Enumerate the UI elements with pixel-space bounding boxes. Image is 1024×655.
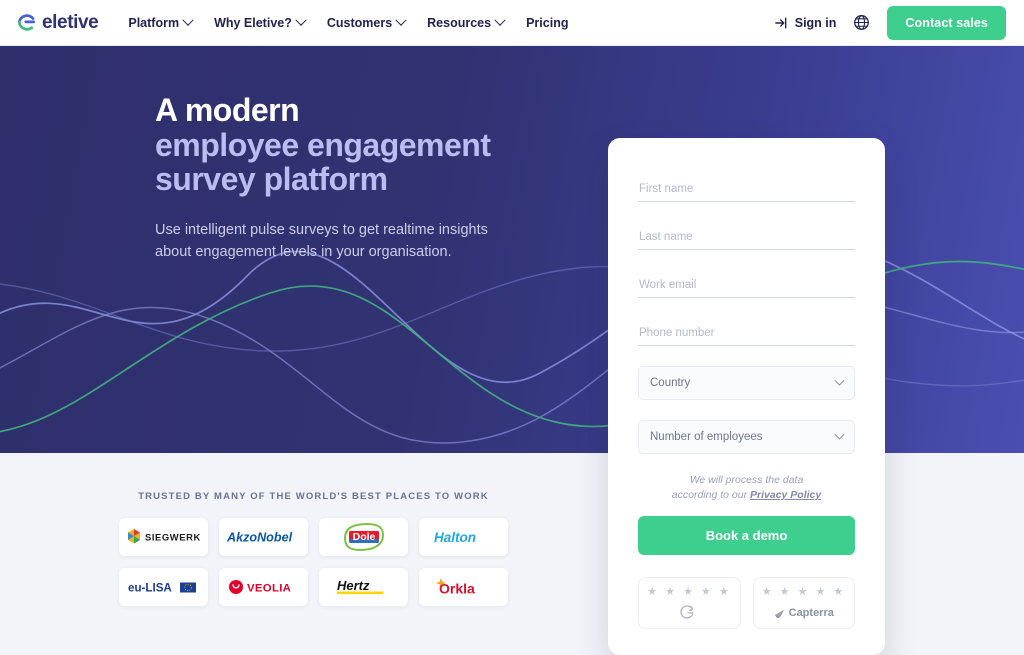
site-header: eletive Platform Why Eletive? Customers … — [0, 0, 1024, 46]
privacy-notice: We will process the data according to ou… — [638, 473, 855, 503]
capterra-label: Capterra — [788, 606, 834, 619]
employees-select-wrap: Number of employees — [638, 420, 855, 454]
hero-heading-line3: survey platform — [155, 161, 388, 198]
logo-orkla[interactable]: Orkla — [419, 568, 508, 606]
nav-label: Platform — [128, 15, 180, 30]
nav-item-why-eletive[interactable]: Why Eletive? — [214, 14, 307, 30]
svg-text:VEOLIA: VEOLIA — [247, 582, 291, 594]
siegwerk-logo-icon: SIEGWERK — [127, 529, 201, 544]
nav-label: Customers — [326, 15, 393, 30]
review-badge-g2[interactable]: ★ ★ ★ ★ ★ — [638, 577, 741, 630]
book-demo-button[interactable]: Book a demo — [638, 516, 855, 556]
svg-text:AkzoNobel: AkzoNobel — [226, 531, 293, 545]
country-select[interactable]: Country — [638, 366, 855, 400]
halton-logo-icon: Halton — [434, 530, 476, 545]
hero-heading-line2: employee engagement — [155, 126, 491, 163]
dole-logo-icon: Dole — [343, 522, 384, 552]
sign-in-link[interactable]: Sign in — [774, 15, 837, 30]
brand-logo[interactable]: eletive — [16, 11, 99, 34]
capterra-brand: Capterra — [758, 605, 851, 620]
chevron-down-icon — [295, 14, 307, 26]
svg-text:SIEGWERK: SIEGWERK — [145, 532, 201, 543]
chevron-down-icon — [834, 375, 845, 386]
work-email-input[interactable] — [638, 276, 855, 298]
logo-dole[interactable]: Dole — [319, 518, 408, 556]
main-nav: Platform Why Eletive? Customers Resource… — [128, 14, 568, 30]
chevron-down-icon — [395, 14, 407, 26]
review-badge-capterra[interactable]: ★ ★ ★ ★ ★ Capterra — [752, 577, 855, 630]
employees-select-label: Number of employees — [650, 431, 763, 443]
eu-lisa-logo-icon: eu-LISA — [128, 582, 196, 595]
logo-akzonobel[interactable]: AkzoNobel — [219, 518, 308, 556]
login-arrow-icon — [774, 16, 787, 29]
trusted-by-title: TRUSTED BY MANY OF THE WORLD'S BEST PLAC… — [138, 491, 489, 502]
hero-subheading-line1: Use intelligent pulse surveys to get rea… — [155, 221, 488, 238]
nav-item-platform[interactable]: Platform — [128, 14, 194, 30]
nav-label: Pricing — [526, 15, 569, 30]
eletive-circle-logo-icon — [17, 14, 36, 31]
svg-text:Halton: Halton — [434, 530, 476, 545]
demo-request-card: Country Number of employees We will proc… — [608, 138, 885, 655]
hero-subheading-line2: about engagement levels in your organisa… — [155, 244, 452, 261]
nav-label: Resources — [427, 15, 492, 30]
svg-text:Orkla: Orkla — [439, 581, 475, 597]
veolia-logo-icon: VEOLIA — [228, 580, 291, 594]
hertz-logo-icon: Hertz — [336, 578, 383, 595]
orkla-logo-icon: Orkla — [435, 578, 475, 597]
svg-text:eu-LISA: eu-LISA — [128, 582, 172, 595]
nav-label: Why Eletive? — [214, 15, 292, 30]
review-badges: ★ ★ ★ ★ ★ ★ ★ ★ ★ ★ Capterra — [638, 577, 855, 630]
chevron-down-icon — [182, 14, 194, 26]
phone-number-input[interactable] — [638, 324, 855, 346]
hero-heading: A modern employee engagement survey plat… — [155, 93, 575, 197]
logo-veolia[interactable]: VEOLIA — [219, 568, 308, 606]
capterra-star-rating: ★ ★ ★ ★ ★ — [761, 586, 846, 599]
g2-brand — [643, 605, 736, 620]
hero-heading-line1: A modern — [155, 92, 300, 128]
last-name-input[interactable] — [638, 228, 855, 250]
sign-in-label: Sign in — [794, 15, 837, 30]
nav-item-customers[interactable]: Customers — [326, 14, 407, 30]
country-select-wrap: Country — [638, 366, 855, 400]
chevron-down-icon — [834, 429, 845, 440]
logo-eu-lisa[interactable]: eu-LISA — [119, 568, 208, 606]
logo-hertz[interactable]: Hertz — [319, 568, 408, 606]
contact-sales-button[interactable]: Contact sales — [887, 5, 1006, 40]
svg-text:Hertz: Hertz — [337, 578, 370, 593]
brand-name: eletive — [42, 11, 99, 33]
privacy-policy-link[interactable]: Privacy Policy — [750, 489, 821, 501]
nav-item-pricing[interactable]: Pricing — [526, 16, 568, 30]
capterra-logo-icon — [774, 609, 784, 619]
customer-logo-grid: SIEGWERK AkzoNobel Dole Halton eu-LISA V… — [0, 518, 627, 606]
number-of-employees-select[interactable]: Number of employees — [638, 420, 855, 454]
logo-siegwerk[interactable]: SIEGWERK — [119, 518, 208, 556]
g2-logo-icon — [680, 605, 694, 620]
svg-text:Dole: Dole — [352, 531, 375, 543]
country-select-label: Country — [650, 377, 691, 389]
hero-subheading: Use intelligent pulse surveys to get rea… — [155, 219, 575, 264]
logo-halton[interactable]: Halton — [419, 518, 508, 556]
first-name-input[interactable] — [638, 180, 855, 202]
akzonobel-logo-icon: AkzoNobel — [226, 531, 293, 545]
nav-item-resources[interactable]: Resources — [427, 14, 506, 30]
privacy-text-line1: We will process the data — [689, 474, 804, 486]
header-actions: Sign in Contact sales — [774, 5, 1006, 40]
chevron-down-icon — [494, 14, 506, 26]
g2-star-rating: ★ ★ ★ ★ ★ — [647, 586, 732, 599]
globe-icon[interactable] — [853, 14, 870, 31]
privacy-text-line2: according to our — [671, 489, 748, 502]
